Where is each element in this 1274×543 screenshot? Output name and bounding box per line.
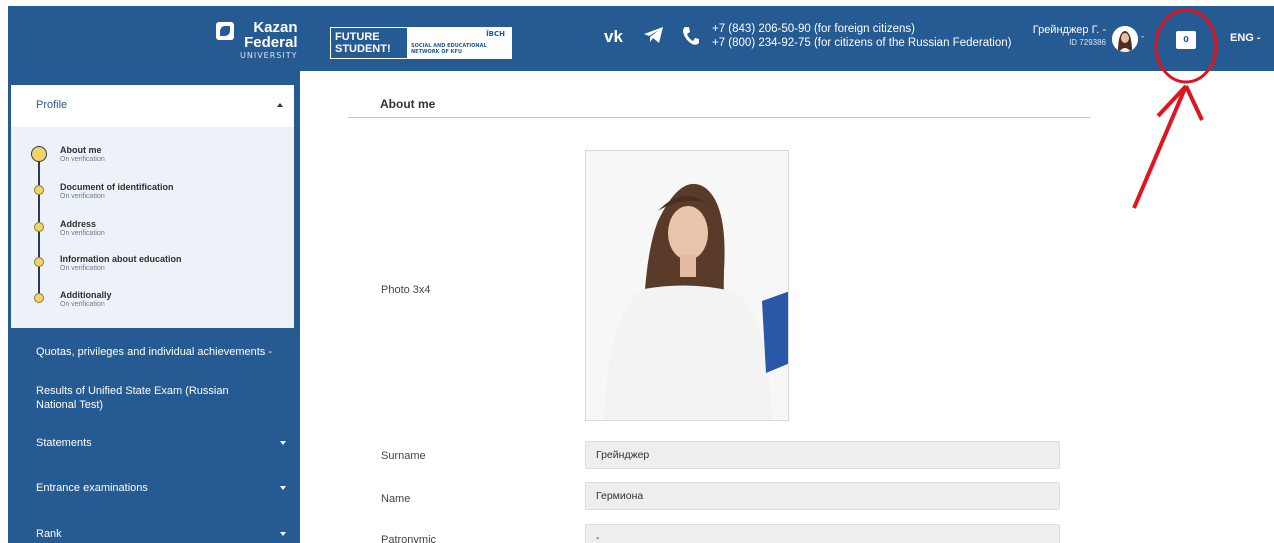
chevron-down-icon bbox=[280, 441, 286, 445]
step-education[interactable]: Information about education On verificat… bbox=[11, 254, 294, 284]
sidebar-item-unified-exam[interactable]: Results of Unified State Exam (Russian N… bbox=[36, 384, 266, 412]
step-address[interactable]: Address On verification bbox=[11, 219, 294, 249]
future-student-network: ÏBCH SOCIAL AND EDUCATIONAL NETWORK OF K… bbox=[407, 28, 511, 58]
profile-steps: About me On verification Document of ide… bbox=[11, 127, 294, 328]
step-status: On verification bbox=[60, 265, 105, 272]
step-dot-icon bbox=[34, 293, 44, 303]
svg-text:vk: vk bbox=[604, 27, 623, 46]
patronymic-field[interactable]: - bbox=[585, 524, 1060, 543]
step-title: About me bbox=[60, 145, 102, 155]
profile-photo-image bbox=[586, 151, 788, 420]
sidebar-item-rank[interactable]: Rank bbox=[36, 527, 62, 541]
avatar[interactable] bbox=[1112, 26, 1138, 52]
sidebar-item-profile[interactable]: Profile bbox=[11, 85, 294, 127]
sidebar: Profile About me On verification Documen… bbox=[8, 71, 300, 543]
step-about-me[interactable]: About me On verification bbox=[11, 145, 294, 175]
user-name: Грейнджер Г. - bbox=[1032, 24, 1106, 36]
future-brand: ÏBCH bbox=[486, 30, 505, 38]
phone-russia[interactable]: +7 (800) 234-92-75 (for citizens of the … bbox=[712, 36, 1011, 50]
profile-photo[interactable] bbox=[585, 150, 789, 421]
future-student-text: FUTURE STUDENT! bbox=[335, 31, 391, 55]
photo-label: Photo 3x4 bbox=[381, 284, 431, 296]
phone-foreign[interactable]: +7 (843) 206-50-90 (for foreign citizens… bbox=[712, 22, 1011, 36]
app-window: Kazan Federal UNIVERSITY FUTURE STUDENT!… bbox=[0, 0, 1274, 543]
logo-line3: UNIVERSITY bbox=[240, 51, 298, 60]
surname-field[interactable]: Грейнджер bbox=[585, 441, 1060, 469]
name-label: Name bbox=[381, 493, 411, 505]
messages-button[interactable]: 0 bbox=[1176, 31, 1196, 49]
title-divider bbox=[348, 117, 1090, 118]
chevron-down-icon bbox=[280, 532, 286, 536]
sidebar-item-statements[interactable]: Statements bbox=[36, 436, 92, 450]
avatar-photo-icon bbox=[1112, 26, 1138, 52]
step-status: On verification bbox=[60, 156, 105, 163]
step-title: Document of identification bbox=[60, 182, 174, 192]
kfu-emblem-icon bbox=[216, 22, 234, 40]
step-dot-icon bbox=[34, 222, 44, 232]
contact-phones: +7 (843) 206-50-90 (for foreign citizens… bbox=[712, 22, 1011, 50]
step-title: Additionally bbox=[60, 290, 112, 300]
future-student-banner[interactable]: FUTURE STUDENT! ÏBCH SOCIAL AND EDUCATIO… bbox=[330, 27, 512, 59]
user-id: ID 729386 bbox=[1069, 38, 1106, 47]
logo-line2: Federal bbox=[244, 34, 298, 51]
chevron-up-icon bbox=[277, 103, 283, 107]
chevron-down-icon bbox=[280, 486, 286, 490]
profile-title: Profile bbox=[36, 99, 68, 111]
logo-text: Kazan Federal UNIVERSITY bbox=[240, 20, 298, 60]
page-title: About me bbox=[380, 97, 436, 111]
step-status: On verification bbox=[60, 301, 105, 308]
step-additionally[interactable]: Additionally On verification bbox=[11, 290, 294, 320]
future-network-text: SOCIAL AND EDUCATIONAL NETWORK OF KFU bbox=[411, 43, 487, 55]
step-status: On verification bbox=[60, 193, 105, 200]
step-title: Information about education bbox=[60, 254, 182, 264]
patronymic-label: Patronymic bbox=[381, 534, 437, 543]
user-menu[interactable]: Грейнджер Г. - ID 729386 bbox=[1024, 24, 1106, 47]
sidebar-item-entrance-exams[interactable]: Entrance examinations bbox=[36, 481, 148, 495]
surname-label: Surname bbox=[381, 450, 426, 462]
step-status: On verification bbox=[60, 230, 105, 237]
kfu-logo[interactable]: Kazan Federal UNIVERSITY bbox=[216, 20, 298, 60]
vk-icon[interactable]: vk bbox=[604, 26, 630, 46]
telegram-icon[interactable] bbox=[643, 25, 665, 45]
language-switcher[interactable]: ENG - bbox=[1230, 32, 1261, 44]
name-field[interactable]: Гермиона bbox=[585, 482, 1060, 510]
step-dot-icon bbox=[34, 185, 44, 195]
phone-icon bbox=[683, 27, 699, 45]
avatar-dropdown-caret[interactable]: - bbox=[1141, 32, 1144, 42]
step-document[interactable]: Document of identification On verificati… bbox=[11, 182, 294, 212]
step-dot-icon bbox=[34, 257, 44, 267]
step-current-icon bbox=[31, 146, 47, 162]
logo-line1: Kazan bbox=[253, 19, 298, 36]
message-count: 0 bbox=[1183, 35, 1189, 44]
step-title: Address bbox=[60, 219, 97, 229]
sidebar-item-quotas[interactable]: Quotas, privileges and individual achiev… bbox=[36, 345, 272, 359]
